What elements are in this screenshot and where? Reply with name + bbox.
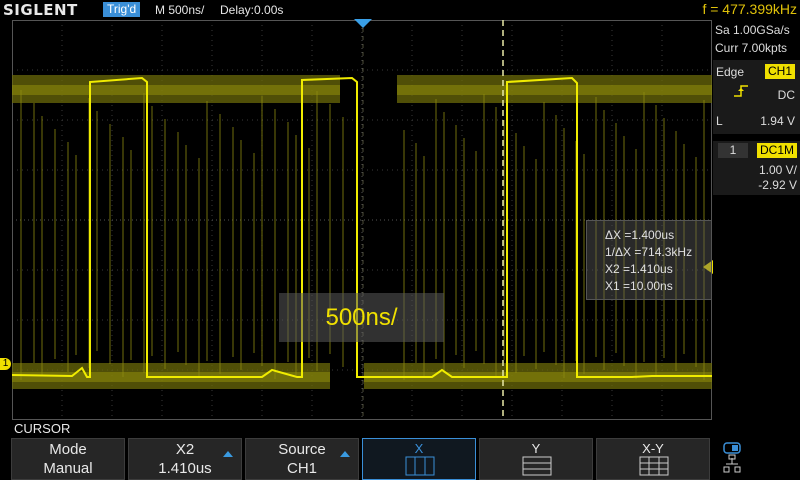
x-cursor-softkey[interactable]: X [362,438,476,480]
rising-edge-icon [734,85,748,97]
cursor-inverse-delta-x: 1/ΔX =714.3kHz [605,245,693,259]
channel1-panel[interactable]: 1 DC1M 1.00 V/ -2.92 V [713,141,800,195]
frequency-readout: f = 477.399kHz [702,1,797,17]
source-softkey[interactable]: Source CH1 [245,438,359,480]
adjust-knob-icon [340,451,350,457]
cursor-x2-value: X2 =1.410us [605,262,673,276]
trigger-coupling: DC [777,88,795,102]
cursor-x1-value: X1 =10.00ns [605,279,673,293]
status-icons-area [713,438,800,480]
softkey-value: 1.410us [158,460,212,477]
xy-cursor-softkey[interactable]: X-Y [596,438,710,480]
channel1-scale: 1.00 V/ [758,163,797,177]
channel1-ground-marker[interactable]: 1 [0,358,11,370]
trigger-level-label: L [716,114,723,128]
delay-readout[interactable]: Delay:0.00s [220,3,283,17]
timebase-popup: 500ns/ [279,293,444,342]
menu-title: CURSOR [14,421,71,436]
top-status-bar: SIGLENT Trig'd M 500ns/ Delay:0.00s f = … [0,0,800,20]
network-icon [723,442,741,473]
cursor-delta-x: ΔX =1.400us [605,228,675,242]
sample-rate-readout: Sa 1.00GSa/s [715,23,790,37]
channel1-offset: -2.92 V [758,178,797,192]
channel1-coupling-badge: DC1M [757,143,798,158]
channel1-number: 1 [718,143,748,158]
x2-softkey[interactable]: X2 1.410us [128,438,242,480]
softkey-label: X-Y [642,441,664,456]
softkey-value: Manual [43,460,93,477]
trigger-level-value: 1.94 V [760,114,795,128]
adjust-knob-icon [223,451,233,457]
timebase-readout[interactable]: M 500ns/ [155,3,204,17]
x-cursor-icon [405,456,435,476]
cursor-measurement-box: ΔX =1.400us 1/ΔX =714.3kHz X2 =1.410us X… [586,220,712,300]
softkey-label: Mode [49,441,87,458]
trigger-position-icon[interactable] [354,19,372,29]
y-cursor-softkey[interactable]: Y [479,438,593,480]
softkey-label: Y [531,441,541,456]
memory-depth-readout: Curr 7.00kpts [715,41,788,55]
softkey-value: CH1 [286,460,317,477]
softkey-label: X [414,441,424,456]
mode-softkey[interactable]: Mode Manual [11,438,125,480]
trigger-type: Edge [716,65,745,79]
brand-logo: SIGLENT [3,1,78,19]
y-cursor-icon [522,456,552,476]
trigger-status-badge: Trig'd [103,2,141,17]
trigger-source-badge: CH1 [765,64,796,79]
trigger-panel[interactable]: Edge CH1 DC L 1.94 V [713,60,800,134]
xy-cursor-icon [639,456,669,476]
